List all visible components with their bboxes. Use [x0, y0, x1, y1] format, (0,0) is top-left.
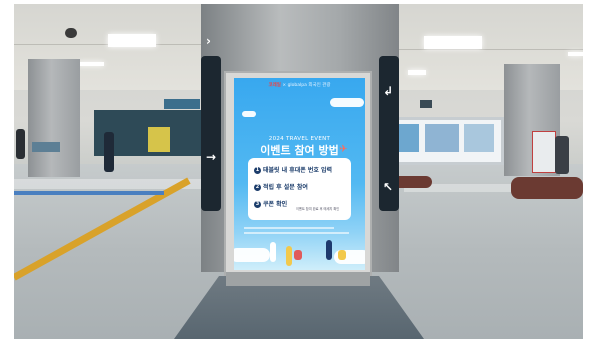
exit-sign-icon: ↲: [383, 84, 394, 98]
step-3-note: 이벤트 참여 완료 후 메세지 확인: [296, 207, 340, 211]
info-kiosk: [32, 142, 60, 152]
step-1: 1 태블릿 내 휴대폰 번호 입력: [254, 165, 332, 174]
suitcase-icon: [294, 250, 302, 260]
person: [555, 136, 569, 174]
step-3: 3 쿠폰 확인: [254, 199, 287, 208]
station-map-board: [388, 117, 504, 165]
step-number: 1: [254, 167, 261, 174]
traveler-figure: [286, 246, 292, 266]
map-panel: [464, 124, 494, 152]
step-number: 2: [254, 184, 261, 191]
map-panel: [425, 124, 459, 152]
brand-logo-right: × globalpa 외국인 관광: [282, 83, 331, 88]
floor-blue-line: [14, 191, 164, 195]
cloud-icon: [330, 98, 364, 107]
poster-brand: 코레일 × globalpa 외국인 관광: [234, 82, 365, 88]
step-text: 쿠폰 확인: [263, 201, 288, 208]
ceiling-light: [78, 62, 104, 66]
arrow-up-left-icon: ↖: [383, 180, 394, 194]
travelers-illustration: [264, 238, 346, 268]
ceiling-light: [568, 52, 583, 56]
security-camera: [65, 28, 77, 38]
step-number: 3: [254, 201, 261, 208]
step-text: 적립 후 설문 참여: [263, 184, 308, 191]
arrow-right-icon: →: [206, 150, 217, 164]
fine-print-line: [244, 227, 334, 229]
traveler-figure: [270, 242, 276, 262]
fine-print-line: [244, 232, 349, 234]
airplane-icon: ✈: [339, 144, 348, 155]
brand-logo-left: 코레일: [268, 83, 281, 88]
station-photo: › → ↲ ↖ 코레일 × globalpa 외국인 관광 2024 TRAVE…: [14, 4, 583, 339]
steps-card: 1 태블릿 내 휴대폰 번호 입력 2 적립 후 설문 참여 3 쿠폰 확인 이벤트 …: [248, 158, 351, 220]
ceiling-seam: [399, 49, 583, 50]
event-poster: 코레일 × globalpa 외국인 관광 2024 TRAVEL EVENT …: [234, 78, 365, 270]
ceiling-light: [108, 34, 156, 47]
person: [16, 129, 25, 159]
ceiling-light: [408, 70, 426, 75]
bench-ring: [511, 177, 583, 199]
step-2: 2 적립 후 설문 참여: [254, 182, 308, 191]
cloud-icon: [242, 111, 256, 117]
poster-fine-print: [244, 226, 355, 234]
direction-sign: [164, 99, 200, 109]
suitcase-icon: [338, 250, 346, 260]
vending-machine: [148, 127, 170, 152]
step-text: 태블릿 내 휴대폰 번호 입력: [263, 167, 333, 174]
ceiling-light: [424, 36, 482, 49]
ticket-machine: [532, 131, 556, 173]
person-walking: [104, 132, 114, 172]
poster-display-base: [226, 272, 370, 286]
column-sign-left: [201, 56, 221, 211]
cctv-screen: [420, 100, 432, 108]
traveler-figure: [326, 240, 332, 260]
chevron-right-icon: ›: [206, 34, 211, 48]
pillar-left: [28, 59, 80, 177]
